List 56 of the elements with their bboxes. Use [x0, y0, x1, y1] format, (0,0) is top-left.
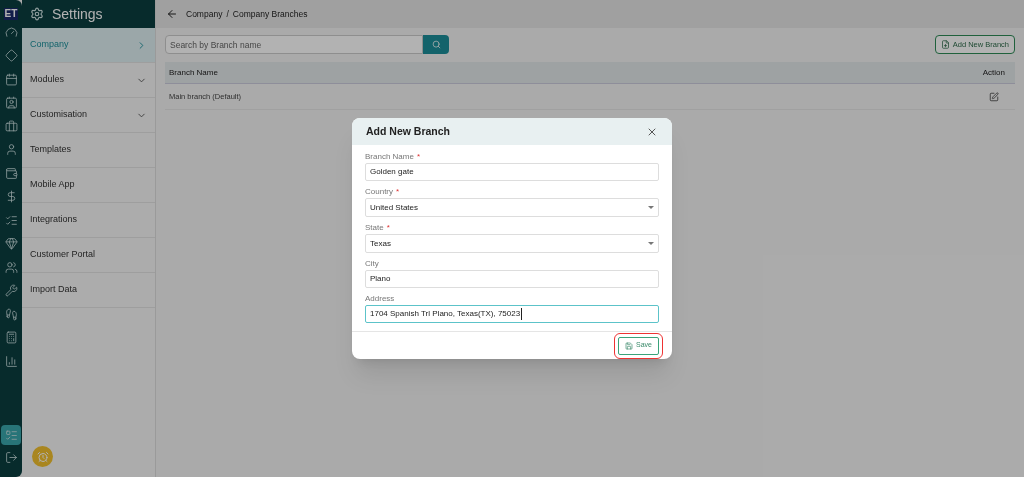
calculator-icon: [4, 331, 18, 344]
sidebar-item[interactable]: Mobile App: [22, 168, 155, 203]
input-field[interactable]: Plano: [365, 270, 659, 288]
calendar-icon: [4, 72, 18, 86]
rail-nav-button[interactable]: [1, 425, 21, 445]
sidebar-item[interactable]: Customer Portal: [22, 238, 155, 273]
sidebar-item[interactable]: Import Data: [22, 273, 155, 308]
list-icon: [4, 428, 18, 442]
bar-chart-icon: [4, 354, 18, 368]
required-mark: *: [416, 151, 421, 163]
required-mark: *: [396, 186, 400, 198]
dropdown-caret-icon: [648, 242, 654, 245]
select-field[interactable]: Texas: [365, 234, 659, 253]
select-field[interactable]: United States: [365, 198, 659, 217]
input-field[interactable]: Golden gate: [365, 163, 659, 181]
field-label: Country: [365, 186, 393, 198]
search-button[interactable]: [423, 35, 449, 54]
column-header: Branch Name: [169, 66, 218, 79]
sidebar-item[interactable]: Modules: [22, 63, 155, 98]
wallet-icon: [4, 166, 18, 180]
wrench-icon: [4, 284, 18, 297]
field-label: State: [365, 222, 384, 234]
logout-icon: [4, 450, 18, 464]
gem-icon: [4, 237, 18, 250]
settings-icon: [30, 7, 44, 21]
required-mark: *: [386, 222, 390, 234]
input-field[interactable]: 1704 Spanish Trl Plano, Texas(TX), 75023: [365, 305, 659, 323]
breadcrumb-text[interactable]: Company Branches: [232, 7, 308, 21]
field-label: Branch Name: [365, 151, 414, 163]
diamond-icon: [4, 49, 18, 62]
alarm-clock-icon: [36, 450, 49, 463]
sidebar-item[interactable]: Integrations: [22, 203, 155, 238]
user-icon: [4, 143, 18, 156]
sidebar-item[interactable]: Customisation: [22, 98, 155, 133]
users-icon: [4, 260, 18, 274]
gauge-icon: [4, 25, 18, 39]
briefcase-icon: [4, 119, 18, 133]
footprints-icon: [4, 307, 18, 321]
field-label: Address: [365, 293, 395, 305]
column-header: Action: [982, 66, 1005, 79]
file-plus-icon: [940, 40, 950, 49]
settings-title: Settings: [52, 4, 103, 24]
checklist-icon: [4, 213, 18, 227]
search-field[interactable]: Search by Branch name: [165, 35, 423, 54]
sidebar-item[interactable]: Templates: [22, 133, 155, 168]
edit-icon[interactable]: [989, 91, 999, 102]
field-label: City: [365, 258, 379, 270]
back-arrow-icon[interactable]: [166, 8, 178, 20]
breadcrumb-text[interactable]: Company: [186, 7, 223, 21]
dropdown-caret-icon: [648, 206, 654, 209]
logo: ET: [3, 8, 19, 20]
save-icon: [625, 341, 634, 350]
breadcrumb-text: /: [226, 7, 229, 21]
contact-card-icon: [4, 96, 18, 109]
search-icon: [431, 40, 441, 49]
dialog-title: Add New Branch: [366, 123, 450, 139]
